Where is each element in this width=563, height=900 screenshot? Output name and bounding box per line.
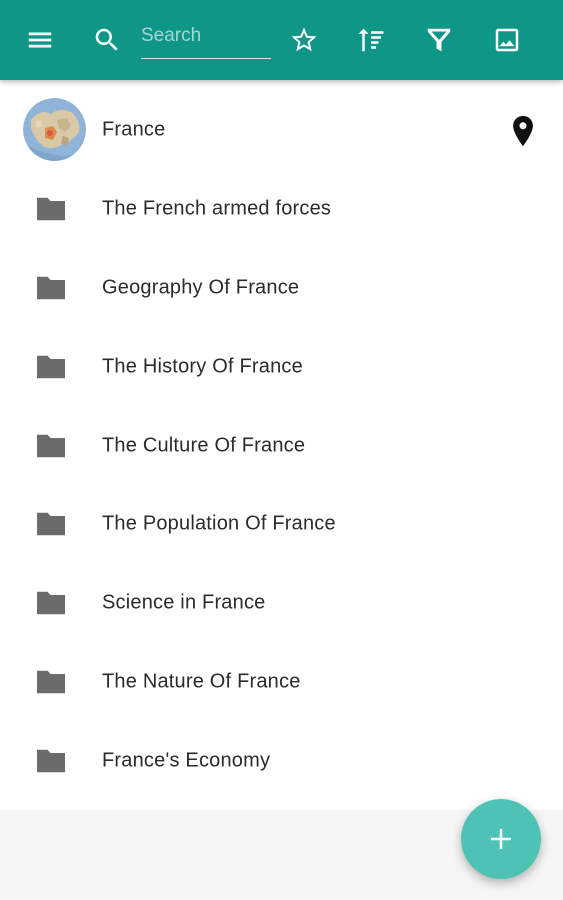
search-field	[141, 18, 271, 59]
list-item-folder[interactable]: Science in France	[0, 563, 563, 642]
folder-icon	[34, 510, 68, 538]
folder-icon	[34, 432, 68, 460]
folder-icon	[34, 353, 68, 381]
avatar	[23, 98, 86, 161]
add-icon	[491, 829, 511, 849]
list-item-folder[interactable]: The Population Of France	[0, 484, 563, 563]
list-item-folder[interactable]: The French armed forces	[0, 169, 563, 248]
list-item-label: The Nature Of France	[102, 670, 301, 692]
list-item-label: Geography Of France	[102, 276, 300, 298]
app-toolbar	[0, 0, 563, 80]
folder-icon	[34, 589, 68, 617]
list-item-label: The Population Of France	[102, 512, 336, 534]
menu-icon[interactable]	[22, 22, 58, 58]
list-item-label: France's Economy	[102, 749, 271, 771]
list-item-folder[interactable]: France's Economy	[0, 721, 563, 800]
add-button[interactable]	[461, 799, 541, 879]
list-item-folder[interactable]: The Nature Of France	[0, 642, 563, 721]
list-item-label: The History Of France	[102, 355, 303, 377]
list-item-label: Science in France	[102, 591, 266, 613]
list-item-label: The French armed forces	[102, 197, 332, 219]
list-item-label: France	[102, 118, 166, 140]
filter-icon[interactable]	[421, 22, 457, 58]
star-icon[interactable]	[286, 22, 322, 58]
list-item-france[interactable]: France	[0, 90, 563, 169]
folder-icon	[34, 274, 68, 302]
list-item-folder[interactable]: The Culture Of France	[0, 406, 563, 485]
search-icon[interactable]	[89, 22, 125, 58]
list-item-folder[interactable]: Geography Of France	[0, 248, 563, 327]
sort-icon[interactable]	[353, 22, 389, 58]
image-icon[interactable]	[489, 22, 525, 58]
list-item-folder[interactable]: The History Of France	[0, 327, 563, 406]
folder-icon	[34, 195, 68, 223]
category-list: France The French armed forces Geography…	[0, 80, 563, 810]
search-input[interactable]	[141, 18, 271, 54]
folder-icon	[34, 668, 68, 696]
location-pin-icon[interactable]	[509, 114, 537, 148]
list-item-label: The Culture Of France	[102, 434, 306, 456]
folder-icon	[34, 747, 68, 775]
